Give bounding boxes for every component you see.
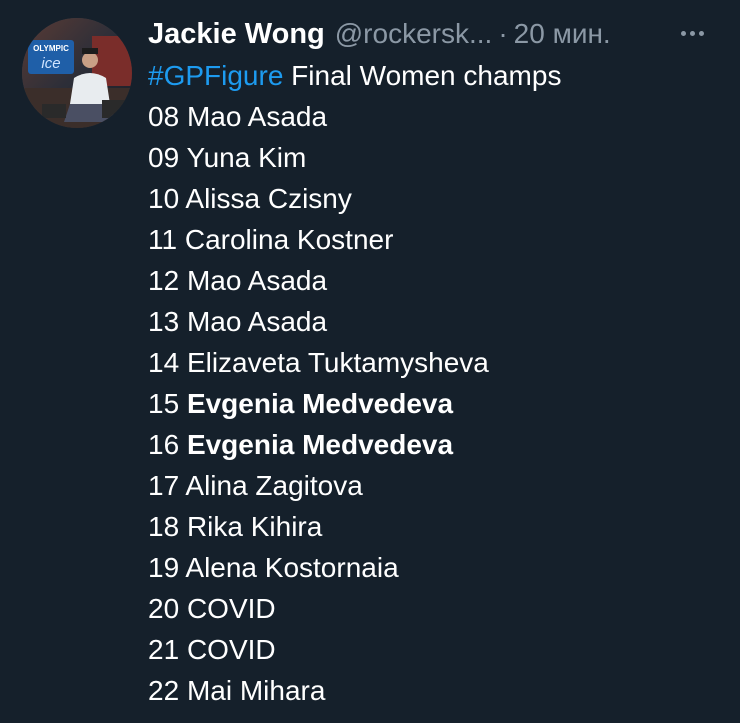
champion-line: 09 Yuna Kim (148, 137, 728, 178)
champion-line: 13 Mao Asada (148, 301, 728, 342)
more-dot (698, 30, 704, 36)
tweet[interactable]: OLYMPIC ice Jackie Wong @rockersk... · 2… (0, 0, 740, 723)
champion-line: 11 Carolina Kostner (148, 219, 728, 260)
more-dot (680, 30, 686, 36)
avatar-logo-top: OLYMPIC (33, 44, 69, 53)
avatar-photo: OLYMPIC ice (22, 18, 132, 128)
champion-name: Alena Kostornaia (185, 552, 399, 583)
title-text: Final Women champs (283, 60, 562, 91)
champion-line: 18 Rika Kihira (148, 506, 728, 547)
timestamp[interactable]: 20 мин. (514, 18, 611, 50)
year: 08 (148, 101, 180, 132)
year: 20 (148, 593, 180, 624)
champion-name: COVID (186, 634, 276, 665)
avatar[interactable]: OLYMPIC ice (22, 18, 132, 128)
year: 18 (148, 511, 180, 542)
year: 22 (148, 675, 180, 706)
champion-name: Alissa Czisny (185, 183, 352, 214)
champion-name: Mao Asada (186, 306, 328, 337)
more-dot (689, 30, 695, 36)
avatar-logo-bottom: ice (41, 55, 60, 72)
champion-name: Mao Asada (186, 265, 328, 296)
champion-name: Alina Zagitova (185, 470, 363, 501)
champion-line: 17 Alina Zagitova (148, 465, 728, 506)
more-options-icon[interactable] (672, 18, 712, 48)
champion-name: COVID (186, 593, 276, 624)
year: 19 (148, 552, 180, 583)
year: 10 (148, 183, 180, 214)
champion-name: Mai Mihara (186, 675, 326, 706)
champion-name: Yuna Kim (186, 142, 307, 173)
champion-line: 20 COVID (148, 588, 728, 629)
champion-line: 08 Mao Asada (148, 96, 728, 137)
year: 17 (148, 470, 180, 501)
year: 14 (148, 347, 180, 378)
champion-line: 16 Evgenia Medvedeva (148, 424, 728, 465)
champion-line: 10 Alissa Czisny (148, 178, 728, 219)
year: 11 (148, 224, 178, 255)
hashtag-link[interactable]: #GPFigure (148, 60, 283, 91)
year: 15 (148, 388, 180, 419)
champion-name: Carolina Kostner (184, 224, 394, 255)
champion-name: Elizaveta Tuktamysheva (186, 347, 489, 378)
champion-line: 15 Evgenia Medvedeva (148, 383, 728, 424)
tweet-title-line: #GPFigure Final Women champs (148, 55, 728, 96)
tweet-text: #GPFigure Final Women champs 08 Mao Asad… (148, 55, 728, 711)
author-handle[interactable]: @rockersk... (335, 18, 493, 50)
champion-line: 22 Mai Mihara (148, 670, 728, 711)
tweet-body: Jackie Wong @rockersk... · 20 мин. #GPFi… (148, 14, 728, 711)
year: 13 (148, 306, 180, 337)
tweet-header: Jackie Wong @rockersk... · 20 мин. (148, 14, 728, 54)
separator: · (498, 18, 508, 49)
year: 21 (148, 634, 180, 665)
champion-line: 19 Alena Kostornaia (148, 547, 728, 588)
champion-name: Evgenia Medvedeva (186, 429, 454, 460)
year: 16 (148, 429, 180, 460)
champion-line: 14 Elizaveta Tuktamysheva (148, 342, 728, 383)
author-name[interactable]: Jackie Wong (148, 18, 325, 51)
champion-name: Mao Asada (186, 101, 328, 132)
year: 12 (148, 265, 180, 296)
year: 09 (148, 142, 180, 173)
champion-name: Evgenia Medvedeva (186, 388, 454, 419)
champion-line: 21 COVID (148, 629, 728, 670)
champion-name: Rika Kihira (186, 511, 323, 542)
champion-line: 12 Mao Asada (148, 260, 728, 301)
